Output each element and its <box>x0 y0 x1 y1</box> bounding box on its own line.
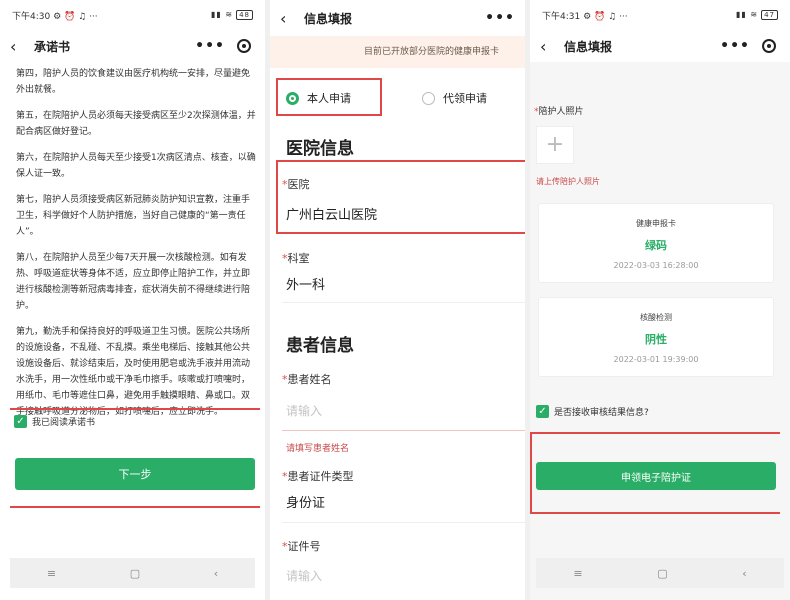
health-card-date: 2022-03-03 16:28:00 <box>613 261 699 270</box>
home-icon[interactable]: ▢ <box>657 567 667 580</box>
pledge-paragraph: 第九，勤洗手和保持良好的呼吸道卫生习惯。医院公共场所的设施设备，不乱碰、不乱摸。… <box>16 327 251 417</box>
status-icons: ⚙ ⏰ ♫ ··· <box>583 11 628 22</box>
radio-proxy-apply[interactable]: 代领申请 <box>422 90 487 106</box>
battery-icon: 47 <box>761 10 778 20</box>
page-title: 承诺书 <box>34 39 71 54</box>
back-icon[interactable]: ‹ <box>280 9 298 28</box>
menu-icon[interactable]: ≡ <box>573 567 582 580</box>
radio-unchecked-icon[interactable] <box>422 91 435 105</box>
patient-name-label: *患者姓名 <box>282 373 332 386</box>
signal-icon: ▮▮ ≋ <box>736 10 759 19</box>
more-icon[interactable]: ••• <box>720 38 750 54</box>
divider <box>282 430 525 431</box>
screen-info-submit: 下午4:31 ⚙ ⏰ ♫ ··· ▮▮ ≋ 47 ‹ 信息填报 ••• *陪护人照… <box>530 0 790 600</box>
id-number-input[interactable]: 请输入 <box>286 567 322 584</box>
next-button[interactable]: 下一步 <box>15 458 255 490</box>
home-icon[interactable]: ▢ <box>130 567 140 580</box>
status-time: 下午4:31 <box>542 11 581 22</box>
nucleic-test-date: 2022-03-01 19:39:00 <box>613 355 699 364</box>
pledge-paragraph: 第五，在院陪护人员必须每天接受病区至少2次探测体温，并配合病区做好登记。 <box>16 111 256 137</box>
health-code-status: 绿码 <box>645 239 667 252</box>
hospital-section-title: 医院信息 <box>286 139 354 159</box>
menu-icon[interactable]: ≡ <box>47 567 56 580</box>
blurred-band <box>530 62 790 78</box>
system-nav-bar: ≡ ▢ ‹ <box>536 558 784 588</box>
battery-icon: 48 <box>236 10 253 20</box>
radio-self-label: 本人申请 <box>307 92 351 105</box>
photo-error: 请上传陪护人照片 <box>536 177 600 186</box>
back-icon[interactable]: ‹ <box>10 37 28 56</box>
status-bar: 下午4:31 ⚙ ⏰ ♫ ··· ▮▮ ≋ 47 <box>530 0 790 30</box>
add-photo-button[interactable]: + <box>536 126 574 164</box>
patient-section-title: 患者信息 <box>286 336 354 356</box>
patient-name-error: 请填写患者姓名 <box>286 444 350 454</box>
highlight-line <box>10 506 260 508</box>
notify-label: 是否接收审核结果信息? <box>554 408 649 418</box>
health-card: 健康申报卡 绿码 2022-03-03 16:28:00 <box>538 203 774 283</box>
nav-bar: ‹ 信息填报 ••• <box>530 30 790 62</box>
checkbox-checked-icon[interactable]: ✓ <box>14 415 27 428</box>
close-miniapp-icon[interactable] <box>237 39 251 53</box>
notify-checkbox-row[interactable]: ✓ 是否接收审核结果信息? <box>536 405 649 418</box>
back-icon[interactable]: ‹ <box>540 37 558 56</box>
patient-name-input[interactable]: 请输入 <box>286 402 322 419</box>
id-type-field[interactable]: 身份证 <box>286 492 325 511</box>
divider <box>282 302 525 303</box>
page-title: 信息填报 <box>564 39 613 54</box>
checkbox-checked-icon[interactable]: ✓ <box>536 405 549 418</box>
agree-label: 我已阅读承诺书 <box>32 418 96 428</box>
close-miniapp-icon[interactable] <box>762 39 776 53</box>
page-title: 信息填报 <box>304 11 353 26</box>
id-number-label: *证件号 <box>282 540 321 553</box>
more-icon[interactable]: ••• <box>195 38 225 54</box>
notice-banner: 目前已开放部分医院的健康申报卡 <box>270 36 525 68</box>
highlight-line <box>10 408 260 410</box>
back-nav-icon[interactable]: ‹ <box>214 567 218 580</box>
pledge-paragraph: 第七，陪护人员须接受病区新冠肺炎防护知识宣教，注重手卫生，科学做好个人防护措施，… <box>16 195 251 237</box>
pledge-paragraph: 第六，在院陪护人员每天至少接受1次病区清点、核查，以确保人证一致。 <box>16 153 256 179</box>
pledge-text: 第四，陪护人员的饮食建议由医疗机构统一安排，尽量避免外出就餐。 第五，在院陪护人… <box>16 66 256 430</box>
hospital-label: *医院 <box>282 178 310 191</box>
nav-bar: ‹ 信息填报 ••• <box>270 2 525 34</box>
dept-field[interactable]: 外一科 <box>286 274 325 293</box>
dept-label: *科室 <box>282 252 310 265</box>
radio-checked-icon[interactable] <box>286 91 299 105</box>
radio-proxy-label: 代领申请 <box>443 92 487 105</box>
id-type-label: *患者证件类型 <box>282 470 354 483</box>
hospital-field[interactable]: 广州白云山医院 <box>286 204 377 223</box>
nucleic-test-result: 阴性 <box>645 333 667 346</box>
nucleic-test-title: 核酸检测 <box>640 313 672 322</box>
system-nav-bar: ≡ ▢ ‹ <box>10 558 255 588</box>
screen-pledge: 下午4:30 ⚙ ⏰ ♫ ··· ▮▮ ≋ 48 ‹ 承诺书 ••• 第四，陪护人… <box>0 0 265 600</box>
more-icon[interactable]: ••• <box>485 10 515 26</box>
photo-label: *陪护人照片 <box>534 107 584 117</box>
health-card-title: 健康申报卡 <box>636 219 676 228</box>
status-time: 下午4:30 <box>12 11 51 22</box>
signal-icon: ▮▮ ≋ <box>211 10 234 19</box>
divider <box>282 522 525 523</box>
agree-checkbox-row[interactable]: ✓ 我已阅读承诺书 <box>14 415 95 428</box>
nucleic-test-card: 核酸检测 阴性 2022-03-01 19:39:00 <box>538 297 774 377</box>
nav-bar: ‹ 承诺书 ••• <box>0 30 265 62</box>
status-bar: 下午4:30 ⚙ ⏰ ♫ ··· ▮▮ ≋ 48 <box>0 0 265 30</box>
screen-info-form: ‹ 信息填报 ••• 目前已开放部分医院的健康申报卡 本人申请 代领申请 医院信… <box>270 0 525 600</box>
apply-certificate-button[interactable]: 申领电子陪护证 <box>536 462 776 490</box>
status-icons: ⚙ ⏰ ♫ ··· <box>53 11 98 22</box>
pledge-paragraph: 第八，在院陪护人员至少每7天开展一次核酸检测。如有发热、呼吸道症状等身体不适，应… <box>16 253 251 311</box>
back-nav-icon[interactable]: ‹ <box>742 567 746 580</box>
radio-self-apply[interactable]: 本人申请 <box>286 90 351 106</box>
pledge-paragraph: 第四，陪护人员的饮食建议由医疗机构统一安排，尽量避免外出就餐。 <box>16 69 251 95</box>
